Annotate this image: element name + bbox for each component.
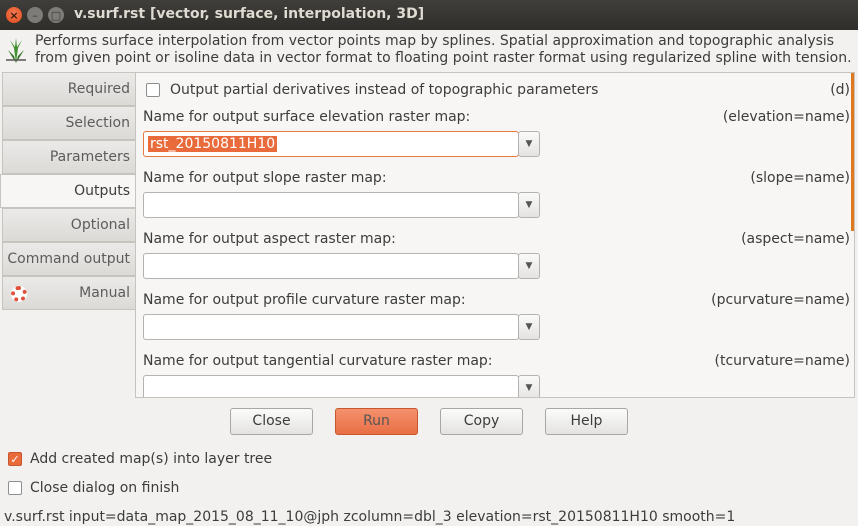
checkmark-icon: ✓ (10, 452, 20, 466)
chevron-down-icon: ▼ (525, 200, 533, 210)
panel-scrollbar[interactable] (851, 73, 854, 231)
tab-required[interactable]: Required (2, 72, 136, 106)
tab-label: Parameters (49, 149, 130, 165)
tab-label: Command output (7, 251, 130, 267)
slope-input[interactable] (143, 192, 519, 218)
title-bar: × – □ v.surf.rst [vector, surface, inter… (0, 0, 858, 30)
aspect-param: (aspect=name) (741, 231, 850, 247)
elevation-input[interactable]: rst_20150811H10 (143, 131, 519, 157)
maximize-icon: □ (50, 8, 62, 22)
close-on-finish-option[interactable]: Close dialog on finish (8, 480, 179, 496)
elevation-label: Name for output surface elevation raster… (143, 109, 471, 125)
slope-label: Name for output slope raster map: (143, 170, 387, 186)
elevation-dropdown-button[interactable]: ▼ (518, 131, 540, 157)
tab-outputs[interactable]: Outputs (0, 174, 136, 208)
lifebuoy-icon (11, 286, 27, 302)
elevation-value: rst_20150811H10 (148, 136, 278, 152)
window-close-button[interactable]: × (6, 7, 22, 23)
partial-derivatives-flag: (d) (830, 82, 850, 98)
tab-selection[interactable]: Selection (2, 106, 136, 140)
tcurvature-param: (tcurvature=name) (714, 353, 850, 369)
pcurvature-dropdown-button[interactable]: ▼ (518, 314, 540, 340)
close-on-finish-checkbox[interactable] (8, 481, 22, 495)
tab-label: Selection (65, 115, 130, 131)
aspect-dropdown-button[interactable]: ▼ (518, 253, 540, 279)
add-to-layer-tree-option[interactable]: ✓ Add created map(s) into layer tree (8, 451, 272, 467)
partial-derivatives-option[interactable]: Output partial derivatives instead of to… (146, 82, 598, 98)
aspect-label: Name for output aspect raster map: (143, 231, 396, 247)
close-icon: × (9, 8, 19, 22)
outputs-panel: Output partial derivatives instead of to… (135, 72, 855, 398)
tab-label: Manual (79, 285, 130, 301)
tcurvature-label: Name for output tangential curvature ras… (143, 353, 493, 369)
tab-manual[interactable]: Manual (2, 276, 136, 310)
tcurvature-dropdown-button[interactable]: ▼ (518, 375, 540, 397)
tcurvature-input[interactable] (143, 375, 519, 397)
partial-derivatives-label: Output partial derivatives instead of to… (170, 82, 599, 98)
close-on-finish-label: Close dialog on finish (30, 480, 180, 496)
pcurvature-param: (pcurvature=name) (711, 292, 850, 308)
add-to-layer-tree-checkbox[interactable]: ✓ (8, 452, 22, 466)
tab-command-output[interactable]: Command output (2, 242, 136, 276)
window-title: v.surf.rst [vector, surface, interpolati… (74, 6, 425, 22)
tab-optional[interactable]: Optional (2, 208, 136, 242)
tab-label: Outputs (74, 183, 130, 199)
pcurvature-label: Name for output profile curvature raster… (143, 292, 466, 308)
tab-parameters[interactable]: Parameters (2, 140, 136, 174)
tab-label: Required (67, 81, 130, 97)
copy-button[interactable]: Copy (440, 408, 523, 435)
grass-logo-icon (6, 38, 26, 63)
aspect-input[interactable] (143, 253, 519, 279)
tab-list: Required Selection Parameters Outputs Op… (0, 72, 136, 310)
chevron-down-icon: ▼ (525, 383, 533, 393)
slope-dropdown-button[interactable]: ▼ (518, 192, 540, 218)
add-to-layer-tree-label: Add created map(s) into layer tree (30, 451, 273, 467)
module-description: Performs surface interpolation from vect… (35, 33, 852, 66)
run-button[interactable]: Run (335, 408, 418, 435)
chevron-down-icon: ▼ (525, 322, 533, 332)
window-maximize-button[interactable]: □ (48, 7, 64, 23)
pcurvature-input[interactable] (143, 314, 519, 340)
partial-derivatives-checkbox[interactable] (146, 83, 160, 97)
close-button[interactable]: Close (230, 408, 313, 435)
minimize-icon: – (32, 8, 38, 22)
help-button[interactable]: Help (545, 408, 628, 435)
command-preview: v.surf.rst input=data_map_2015_08_11_10@… (4, 509, 736, 525)
chevron-down-icon: ▼ (525, 261, 533, 271)
slope-param: (slope=name) (750, 170, 850, 186)
elevation-param: (elevation=name) (722, 109, 850, 125)
chevron-down-icon: ▼ (525, 139, 533, 149)
window-minimize-button[interactable]: – (27, 7, 43, 23)
tab-label: Optional (70, 217, 130, 233)
